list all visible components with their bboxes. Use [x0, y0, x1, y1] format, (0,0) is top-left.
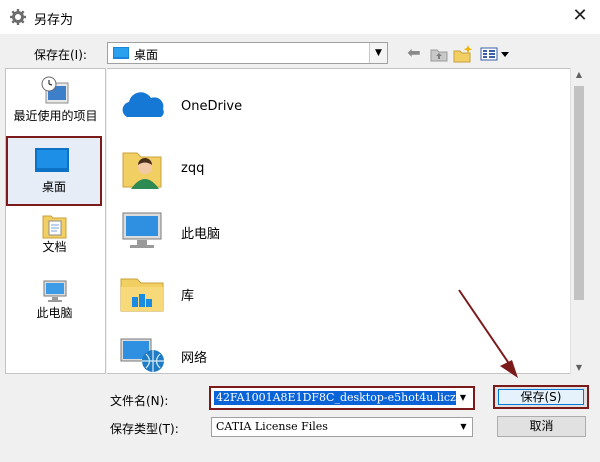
chevron-down-icon[interactable]: ▼: [456, 419, 471, 435]
list-item[interactable]: 网络: [117, 329, 557, 373]
file-list[interactable]: OneDrive zqq 此电脑 库 网络: [107, 68, 584, 374]
gear-icon: [10, 9, 26, 25]
place-label-recent: 最近使用的项目: [13, 109, 98, 123]
save-in-label: 保存在(I):: [34, 48, 87, 62]
save-button[interactable]: 保存(S): [493, 385, 589, 409]
scroll-down-icon[interactable]: ▼: [571, 363, 587, 372]
filetype-select[interactable]: CATIA License Files ▼: [211, 417, 473, 437]
desktop-icon: [113, 47, 129, 59]
place-recent[interactable]: 最近使用的项目: [6, 75, 105, 123]
back-button[interactable]: ⬅: [403, 44, 425, 64]
save-in-combo[interactable]: 桌面 ▼: [107, 42, 388, 64]
file-name: 此电脑: [181, 227, 221, 242]
place-label-computer: 此电脑: [36, 306, 73, 320]
cancel-button[interactable]: 取消: [497, 416, 586, 437]
scrollbar-thumb[interactable]: [574, 86, 584, 300]
computer-icon: [122, 212, 162, 248]
view-grid-icon: [480, 47, 509, 61]
close-button[interactable]: ✕: [566, 4, 594, 28]
file-name: 网络: [181, 351, 208, 366]
network-icon: [120, 338, 164, 372]
view-menu-button[interactable]: [479, 44, 513, 64]
list-item[interactable]: 此电脑: [117, 205, 557, 257]
filename-field[interactable]: 42FA1001A8E1DF8C_desktop-e5hot4u.licz ▼: [209, 386, 475, 410]
filename-value: 42FA1001A8E1DF8C_desktop-e5hot4u.licz: [216, 391, 456, 404]
title-bar: 另存为 ✕: [0, 0, 600, 34]
place-documents[interactable]: 文档: [5, 212, 104, 254]
close-icon: ✕: [572, 5, 588, 26]
up-folder-icon: [430, 49, 448, 62]
filename-selection: 42FA1001A8E1DF8C_desktop-e5hot4u.licz: [214, 391, 456, 405]
list-item[interactable]: zqq: [117, 143, 557, 195]
place-label-documents: 文档: [42, 240, 67, 254]
scroll-up-icon[interactable]: ▲: [571, 70, 587, 79]
recent-icon: [41, 76, 68, 104]
place-desktop[interactable]: 桌面: [6, 136, 102, 206]
vertical-scrollbar[interactable]: ▲ ▼: [570, 68, 587, 374]
back-arrow-icon: ⬅: [407, 43, 421, 62]
new-folder-icon: [453, 45, 473, 63]
user-folder-icon: [122, 152, 162, 189]
filename-label: 文件名(N):: [110, 394, 169, 408]
list-item[interactable]: OneDrive: [117, 81, 557, 133]
desktop-icon: [35, 148, 69, 172]
new-folder-button[interactable]: [452, 44, 474, 64]
list-item[interactable]: 库: [117, 267, 557, 319]
up-folder-button[interactable]: [428, 44, 450, 64]
computer-icon: [43, 280, 66, 302]
window-title: 另存为: [34, 13, 74, 28]
save-button-label: 保存(S): [498, 389, 584, 405]
chevron-down-icon[interactable]: ▼: [456, 391, 470, 405]
file-name: zqq: [181, 161, 205, 176]
file-name: 库: [181, 289, 195, 304]
save-in-value: 桌面: [134, 48, 159, 62]
library-icon: [120, 278, 164, 312]
filetype-label: 保存类型(T):: [110, 422, 179, 436]
place-label-desktop: 桌面: [41, 180, 66, 194]
onedrive-icon: [122, 92, 164, 117]
place-computer[interactable]: 此电脑: [5, 278, 104, 320]
chevron-down-icon[interactable]: ▼: [369, 43, 387, 63]
filetype-value: CATIA License Files: [216, 420, 328, 433]
documents-icon: [42, 215, 66, 239]
file-name: OneDrive: [181, 99, 243, 114]
